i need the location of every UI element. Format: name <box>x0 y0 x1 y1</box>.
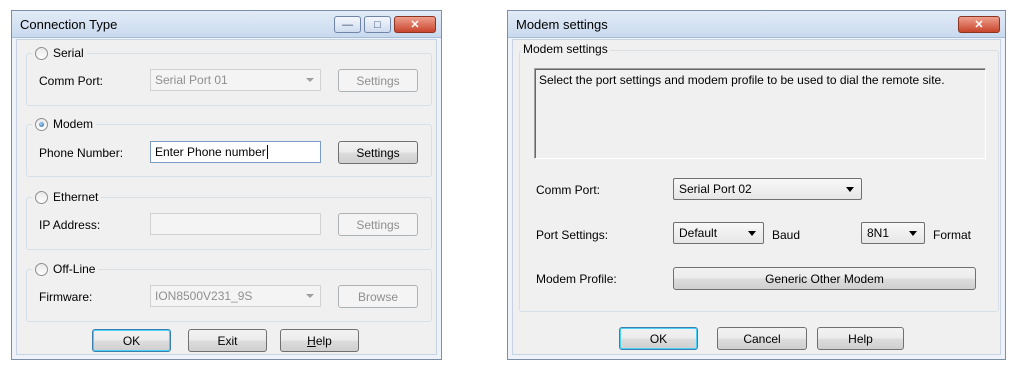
port-settings-label: Port Settings: <box>536 228 609 242</box>
modem-radio-icon <box>35 117 48 131</box>
serial-radio[interactable]: Serial <box>32 46 87 60</box>
titlebar[interactable]: Connection Type — □ ✕ <box>12 11 441 38</box>
minimize-button[interactable]: — <box>334 16 361 33</box>
firmware-value: ION8500V231_9S <box>155 289 253 303</box>
maximize-button[interactable]: □ <box>364 16 391 33</box>
dialog-client: Serial Comm Port: Serial Port 01 Setting… <box>16 39 437 355</box>
browse-label: Browse <box>357 289 398 304</box>
cancel-label: Cancel <box>743 331 781 346</box>
close-button[interactable]: ✕ <box>394 16 436 33</box>
maximize-icon: □ <box>374 18 381 31</box>
firmware-select[interactable]: ION8500V231_9S <box>150 285 321 307</box>
close-icon: ✕ <box>410 19 420 31</box>
serial-radio-icon <box>35 46 48 60</box>
modem-settings-button[interactable]: Settings <box>338 141 418 164</box>
info-textbox: Select the port settings and modem profi… <box>534 68 986 159</box>
ok-button[interactable]: OK <box>619 327 698 350</box>
info-text: Select the port settings and modem profi… <box>539 73 945 87</box>
modem-settings-dialog: Modem settings ✕ Modem settings Select t… <box>507 10 1006 360</box>
offline-radio-icon <box>35 262 48 276</box>
ethernet-settings-label: Settings <box>356 217 400 232</box>
firmware-label: Firmware: <box>39 290 93 304</box>
ip-address-input[interactable] <box>150 213 321 235</box>
chevron-down-icon <box>306 294 314 298</box>
ethernet-radio-icon <box>35 190 48 204</box>
modem-label: Modem <box>53 117 94 131</box>
ethernet-label: Ethernet <box>53 190 99 204</box>
modem-radio[interactable]: Modem <box>32 117 97 131</box>
ethernet-radio[interactable]: Ethernet <box>32 190 102 204</box>
modem-profile-value: Generic Other Modem <box>765 271 884 286</box>
phone-number-input[interactable]: Enter Phone number <box>150 141 321 163</box>
serial-comm-port-select[interactable]: Serial Port 01 <box>150 69 321 91</box>
baud-value: Default <box>679 226 718 240</box>
close-button[interactable]: ✕ <box>958 16 1000 33</box>
comm-port-value: Serial Port 02 <box>679 182 752 196</box>
baud-label: Baud <box>772 228 801 242</box>
connection-type-dialog: Connection Type — □ ✕ Serial Comm Port: … <box>11 10 442 360</box>
titlebar[interactable]: Modem settings ✕ <box>508 11 1005 38</box>
close-icon: ✕ <box>974 19 984 31</box>
ip-address-label: IP Address: <box>39 218 101 232</box>
ok-label: OK <box>649 331 668 346</box>
group-label: Modem settings <box>521 42 610 56</box>
text-caret <box>266 145 268 159</box>
offline-label: Off-Line <box>53 262 96 276</box>
ok-label: OK <box>122 333 141 348</box>
exit-label: Exit <box>217 333 238 348</box>
phone-number-label: Phone Number: <box>39 146 124 160</box>
phone-number-value: Enter Phone number <box>155 145 266 159</box>
serial-settings-button[interactable]: Settings <box>338 69 418 92</box>
modem-profile-button[interactable]: Generic Other Modem <box>673 267 976 290</box>
modem-profile-label: Modem Profile: <box>536 272 617 286</box>
help-label: Help <box>848 331 873 346</box>
dialog-title: Connection Type <box>20 17 118 32</box>
chevron-down-icon <box>909 231 917 236</box>
dialog-client: Modem settings Select the port settings … <box>512 39 1001 355</box>
ok-button[interactable]: OK <box>92 329 171 352</box>
format-select[interactable]: 8N1 <box>861 222 925 244</box>
format-value: 8N1 <box>867 226 890 240</box>
chevron-down-icon <box>748 231 756 236</box>
help-button[interactable]: Help <box>280 329 359 352</box>
serial-settings-label: Settings <box>356 73 400 88</box>
serial-label: Serial <box>53 46 84 60</box>
offline-radio[interactable]: Off-Line <box>32 262 99 276</box>
help-mnemonic: H <box>307 333 316 348</box>
help-button[interactable]: Help <box>817 327 904 350</box>
baud-select[interactable]: Default <box>673 222 764 244</box>
comm-port-select[interactable]: Serial Port 02 <box>673 178 862 200</box>
comm-port-label: Comm Port: <box>536 183 601 197</box>
serial-comm-port-value: Serial Port 01 <box>155 73 228 87</box>
modem-settings-label: Settings <box>356 145 400 160</box>
cancel-button[interactable]: Cancel <box>717 327 807 350</box>
exit-button[interactable]: Exit <box>188 329 267 352</box>
browse-button[interactable]: Browse <box>338 285 418 308</box>
format-label: Format <box>933 228 972 242</box>
minimize-icon: — <box>342 18 353 31</box>
chevron-down-icon <box>306 78 314 82</box>
help-label: Help <box>307 334 332 348</box>
serial-comm-port-label: Comm Port: <box>39 74 104 88</box>
ethernet-settings-button[interactable]: Settings <box>338 213 418 236</box>
dialog-title: Modem settings <box>516 17 608 32</box>
help-label-rest: elp <box>315 333 332 348</box>
chevron-down-icon <box>846 187 854 192</box>
